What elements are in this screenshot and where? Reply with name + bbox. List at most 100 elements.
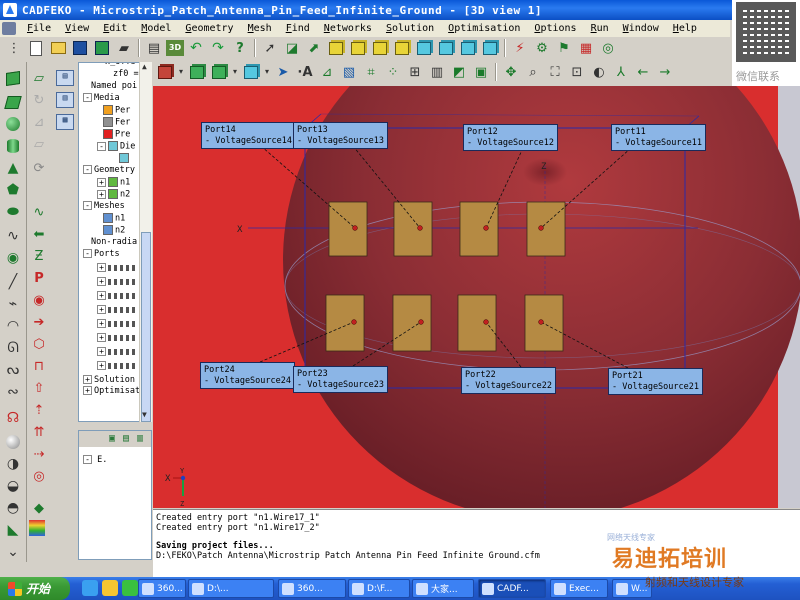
port-tree-item[interactable]: +: [97, 347, 136, 358]
far-field-button[interactable]: ⇡: [29, 400, 49, 420]
palette-more-button[interactable]: ⌄: [3, 542, 23, 562]
sphere-grey-button[interactable]: [3, 432, 23, 452]
tree-node[interactable]: x_offs: [105, 63, 136, 68]
port-label[interactable]: Port11- VoltageSource11: [611, 124, 706, 151]
save-as-button[interactable]: [92, 38, 112, 58]
load-button[interactable]: ⊓: [29, 356, 49, 376]
cylinder-button[interactable]: [3, 136, 23, 156]
split-button[interactable]: ◒: [3, 476, 23, 496]
scroll-up-arrow[interactable]: ▲: [142, 62, 147, 71]
tree-node[interactable]: Fer: [103, 117, 130, 129]
select-mesh-button[interactable]: [414, 38, 434, 58]
open-button[interactable]: [48, 38, 68, 58]
taskbar-button[interactable]: D:\F...: [348, 579, 410, 598]
tree-node[interactable]: zf0 =: [113, 69, 139, 80]
tree-expander[interactable]: +: [97, 277, 106, 286]
tree-expander[interactable]: +: [83, 386, 92, 395]
tree-expand-button[interactable]: ▥: [56, 92, 74, 108]
tree-node[interactable]: - Meshes: [83, 201, 125, 212]
subtract-button[interactable]: ◑: [3, 454, 23, 474]
tree-collapse-button[interactable]: ▦: [56, 114, 74, 130]
tree-node[interactable]: - Ports: [83, 249, 120, 260]
taskbar-button[interactable]: D:\...: [188, 579, 274, 598]
taskbar-button[interactable]: 大家...: [412, 579, 474, 598]
tree-expander[interactable]: -: [83, 93, 92, 102]
port-label[interactable]: Port12- VoltageSource12: [463, 124, 558, 151]
sar-button[interactable]: ◎: [29, 466, 49, 486]
zoom-region-button[interactable]: ⌕: [523, 62, 543, 82]
tree-node[interactable]: Non-radia: [91, 237, 137, 248]
tree-filter-button[interactable]: ▤: [56, 70, 74, 86]
tree-node[interactable]: - Die: [97, 141, 135, 153]
tree-expander[interactable]: +: [97, 291, 106, 300]
render-cube-button[interactable]: [187, 62, 207, 82]
tree-expander[interactable]: +: [83, 375, 92, 384]
port-view-button[interactable]: ➤: [273, 62, 293, 82]
select-pointer-button[interactable]: ➚: [260, 38, 280, 58]
tree-node[interactable]: n2: [103, 225, 125, 237]
tree-scrollbar[interactable]: ▲ ▼: [139, 62, 152, 422]
save-button[interactable]: [70, 38, 90, 58]
flare-button[interactable]: [3, 92, 23, 112]
view-triad-button[interactable]: ⅄: [611, 62, 631, 82]
ellipse-button[interactable]: ⬬: [3, 202, 23, 222]
tree-node[interactable]: - Media: [83, 93, 120, 104]
tree-expander[interactable]: +: [97, 305, 106, 314]
voltage-source-button[interactable]: ◉: [29, 290, 49, 310]
polygon-button[interactable]: ⬟: [3, 180, 23, 200]
port-tree-item[interactable]: +: [97, 305, 136, 316]
workplane-button[interactable]: ◩: [449, 62, 469, 82]
select-mesh-vertex-button[interactable]: [480, 38, 500, 58]
helix-button[interactable]: ∿: [3, 226, 23, 246]
port-label[interactable]: Port22- VoltageSource22: [461, 367, 556, 394]
rotate-button[interactable]: ◐: [589, 62, 609, 82]
currents-button[interactable]: ⇢: [29, 444, 49, 464]
z-feed-button[interactable]: Ƶ: [29, 246, 49, 266]
menu-file[interactable]: File: [20, 23, 58, 34]
select-wire-button[interactable]: [392, 38, 412, 58]
3d-viewport[interactable]: XZXYZ Port14- VoltageSource14 Port13- Vol…: [153, 86, 800, 508]
taskbar-button[interactable]: Exec...: [550, 579, 608, 598]
details-tool-icon-2[interactable]: ▤: [123, 433, 129, 444]
extrude-button[interactable]: ▱: [29, 134, 49, 154]
port-tree-item[interactable]: +: [97, 291, 136, 302]
colour-map-button[interactable]: [29, 520, 45, 536]
view-mode-button[interactable]: [155, 62, 175, 82]
ruler-button[interactable]: ▧: [339, 62, 359, 82]
taskbar-button[interactable]: 360...: [138, 579, 186, 598]
arc-button[interactable]: ◠: [3, 316, 23, 336]
tree-expander[interactable]: -: [83, 165, 92, 174]
union-button[interactable]: ☊: [3, 408, 23, 428]
port-label[interactable]: Port24- VoltageSource24: [200, 362, 295, 389]
grid-lines-button[interactable]: ▥: [427, 62, 447, 82]
scroll-down-arrow[interactable]: ▼: [142, 410, 147, 419]
menu-optimisation[interactable]: Optimisation: [441, 23, 527, 34]
plane-wave-button[interactable]: ⬡: [29, 334, 49, 354]
port-label[interactable]: Port13- VoltageSource13: [293, 122, 388, 149]
menu-model[interactable]: Model: [134, 23, 178, 34]
app-quick-icon[interactable]: [122, 580, 138, 596]
loft-button[interactable]: ⊿: [29, 112, 49, 132]
port-label[interactable]: Port23- VoltageSource23: [293, 366, 388, 393]
show-grid-button[interactable]: ⊞: [405, 62, 425, 82]
tree-node[interactable]: + Solution: [83, 375, 135, 386]
current-source-button[interactable]: ➔: [29, 312, 49, 332]
view-forward-button[interactable]: →: [655, 62, 675, 82]
select-mesh-edge-button[interactable]: [458, 38, 478, 58]
start-button[interactable]: 开始: [0, 577, 70, 600]
window-menu-icon[interactable]: [2, 22, 16, 35]
mesh-grid-button[interactable]: ⌗: [361, 62, 381, 82]
select-face-button[interactable]: [348, 38, 368, 58]
tree-expander[interactable]: -: [97, 141, 106, 151]
mesh-nodes-button[interactable]: ⁘: [383, 62, 403, 82]
taskbar-button[interactable]: CADF...: [478, 579, 546, 598]
menu-solution[interactable]: Solution: [379, 23, 441, 34]
mesh-view-button[interactable]: [241, 62, 261, 82]
menu-options[interactable]: Options: [527, 23, 583, 34]
stitch-button[interactable]: ◓: [3, 498, 23, 518]
tree-node[interactable]: - Geometry: [83, 165, 135, 176]
spin-button[interactable]: ⟳: [29, 158, 49, 178]
select-mesh-face-button[interactable]: [436, 38, 456, 58]
fitted-spline-button[interactable]: ᔓ: [3, 360, 23, 380]
port-label[interactable]: Port21- VoltageSource21: [608, 368, 703, 395]
